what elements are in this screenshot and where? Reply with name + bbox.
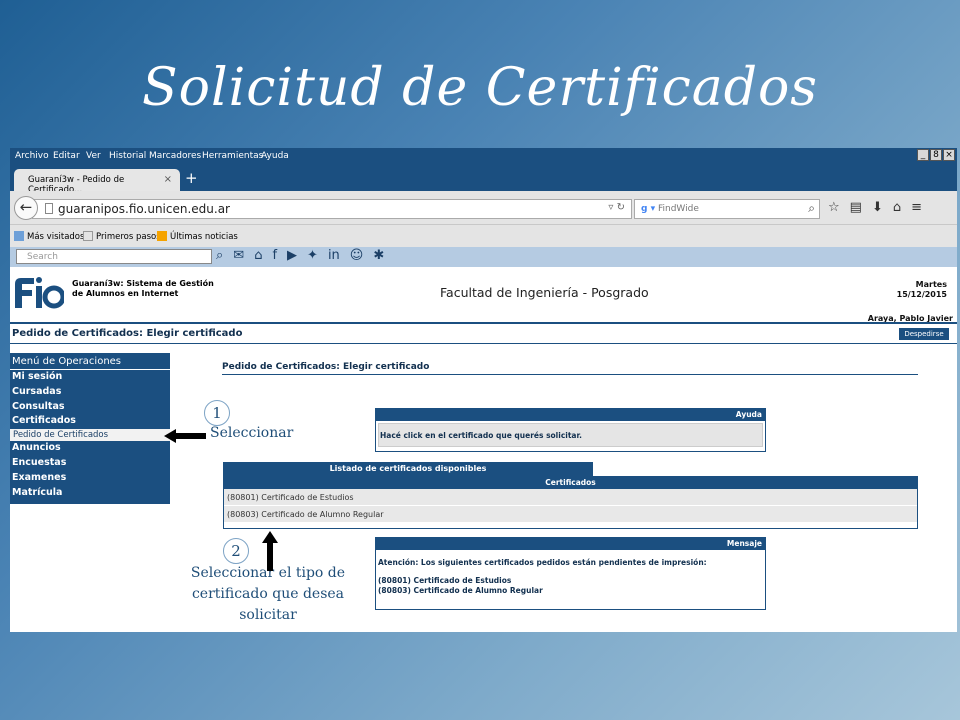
content-title: Pedido de Certificados: Elegir certifica… (222, 362, 430, 372)
menu-item-encuestas[interactable]: Encuestas (10, 456, 170, 471)
left-arrow-icon (164, 429, 206, 443)
bookmark-folder-icon (14, 231, 24, 241)
menu-editar[interactable]: Editar (53, 151, 80, 161)
restore-button[interactable]: 8 (930, 149, 942, 161)
certificates-list-tab: Listado de certificados disponibles (223, 462, 593, 476)
menu-item-matricula[interactable]: Matrícula (10, 486, 170, 501)
step-2-label: Seleccionar el tipo de certificado que d… (190, 565, 346, 623)
yelp-icon[interactable]: ✱ (373, 248, 384, 263)
step-1-badge: 1 (204, 400, 230, 426)
menu-item-examenes[interactable]: Examenes (10, 471, 170, 486)
page-icon (45, 203, 53, 214)
bookmark-ultimas-noticias[interactable]: Últimas noticias (157, 231, 238, 242)
bookmark-page-icon (83, 231, 93, 241)
system-name: Guaraní3w: Sistema de Gestión de Alumnos… (72, 279, 214, 298)
search-placeholder: FindWide (657, 204, 699, 214)
certificates-list: Certificados (80801) Certificado de Estu… (223, 476, 918, 529)
bookmark-star-icon[interactable]: ☆ (828, 200, 840, 215)
message-header: Mensaje (376, 538, 765, 550)
help-box: Ayuda Hacé click en el certificado que q… (375, 408, 766, 452)
menu-item-certificados[interactable]: Certificados (10, 414, 170, 429)
menu-ayuda[interactable]: Ayuda (261, 151, 289, 161)
search-icon[interactable]: ⌕ (216, 248, 223, 263)
help-header: Ayuda (376, 409, 765, 421)
step-1-label: Seleccionar (210, 425, 294, 441)
site-search-input[interactable]: Search (16, 249, 212, 264)
mail-icon[interactable]: ✉ (233, 248, 244, 263)
pending-certificate: (80801) Certificado de Estudios (378, 576, 512, 585)
twitter-icon[interactable]: ✦ (307, 248, 318, 263)
url-text: guaranipos.fio.unicen.edu.ar (58, 202, 230, 216)
browser-screenshot: Archivo Editar Ver Historial Marcadores … (10, 148, 957, 632)
reload-icon[interactable]: ▿ ↻ (608, 202, 625, 213)
site-top-strip: Search ⌕ ✉ ⌂ f ▶ ✦ in ☺ ✱ (10, 247, 957, 267)
home-icon[interactable]: ⌂ (893, 200, 901, 215)
menu-item-anuncios[interactable]: Anuncios (10, 441, 170, 456)
close-window-button[interactable]: × (943, 149, 955, 161)
fio-logo (15, 277, 64, 309)
bookmark-mas-visitados[interactable]: Más visitados (14, 231, 84, 242)
menu-historial[interactable]: Historial (109, 151, 146, 161)
smile-icon[interactable]: ☺ (350, 248, 364, 263)
reading-list-icon[interactable]: ▤ (850, 200, 862, 215)
hamburger-menu-icon[interactable]: ≡ (911, 200, 922, 215)
menu-ver[interactable]: Ver (86, 151, 101, 161)
browser-search-input[interactable]: g ▾ FindWide ⌕ (634, 199, 820, 219)
menu-subitem-pedido-certificados[interactable]: Pedido de Certificados (10, 429, 170, 442)
bookmark-primeros-pasos[interactable]: Primeros pasos (83, 231, 161, 242)
menu-item-cursadas[interactable]: Cursadas (10, 385, 170, 400)
slide-title: Solicitud de Certificados (142, 58, 818, 118)
menu-header: Menú de Operaciones (10, 353, 170, 370)
menu-item-consultas[interactable]: Consultas (10, 400, 170, 415)
menu-item-mi-sesion[interactable]: Mi sesión (10, 370, 170, 385)
youtube-icon[interactable]: ▶ (287, 248, 297, 263)
menu-marcadores[interactable]: Marcadores (149, 151, 201, 161)
menu-herramientas[interactable]: Herramientas (202, 151, 263, 161)
up-arrow-icon (262, 531, 278, 571)
heading-divider (10, 343, 957, 344)
help-text: Hacé click en el certificado que querés … (378, 423, 763, 447)
new-tab-button[interactable]: + (185, 169, 198, 187)
logout-button[interactable]: Despedirse (899, 328, 949, 340)
search-icon[interactable]: ⌕ (808, 201, 815, 216)
home-icon[interactable]: ⌂ (254, 248, 262, 263)
tab-close-icon[interactable]: × (164, 174, 172, 185)
url-bar[interactable]: guaranipos.fio.unicen.edu.ar ▿ ↻ (32, 199, 632, 219)
certificates-list-header: Certificados (224, 477, 917, 489)
tab-strip: Guaraní3w - Pedido de Certificado... × + (10, 165, 957, 195)
message-box: Mensaje Atención: Los siguientes certifi… (375, 537, 766, 610)
pending-certificate: (80803) Certificado de Alumno Regular (378, 586, 543, 595)
message-body: Atención: Los siguientes certificados pe… (376, 550, 765, 604)
linkedin-icon[interactable]: in (328, 248, 340, 263)
back-button[interactable]: ← (14, 196, 38, 220)
download-icon[interactable]: ⬇ (872, 200, 883, 215)
browser-menubar: Archivo Editar Ver Historial Marcadores … (10, 148, 957, 165)
bookmarks-bar: Más visitados Primeros pasos Últimas not… (10, 225, 957, 247)
content-title-underline (222, 374, 918, 375)
search-engine-icon[interactable]: g ▾ (641, 204, 655, 214)
certificate-row[interactable]: (80801) Certificado de Estudios (224, 489, 917, 506)
faculty-name: Facultad de Ingeniería - Posgrado (440, 285, 649, 300)
minimize-button[interactable]: _ (917, 149, 929, 161)
certificate-row[interactable]: (80803) Certificado de Alumno Regular (224, 506, 917, 523)
step-2-badge: 2 (223, 538, 249, 564)
browser-tab[interactable]: Guaraní3w - Pedido de Certificado... × (14, 169, 180, 195)
page-heading: Pedido de Certificados: Elegir certifica… (12, 328, 243, 339)
facebook-icon[interactable]: f (272, 248, 277, 263)
date-display: Martes 15/12/2015 (896, 280, 947, 299)
header-divider (10, 322, 957, 324)
navigation-toolbar: guaranipos.fio.unicen.edu.ar ▿ ↻ ← g ▾ F… (10, 191, 957, 225)
operations-menu: Menú de Operaciones Mi sesión Cursadas C… (10, 353, 170, 504)
rss-icon (157, 231, 167, 241)
menu-archivo[interactable]: Archivo (15, 151, 49, 161)
